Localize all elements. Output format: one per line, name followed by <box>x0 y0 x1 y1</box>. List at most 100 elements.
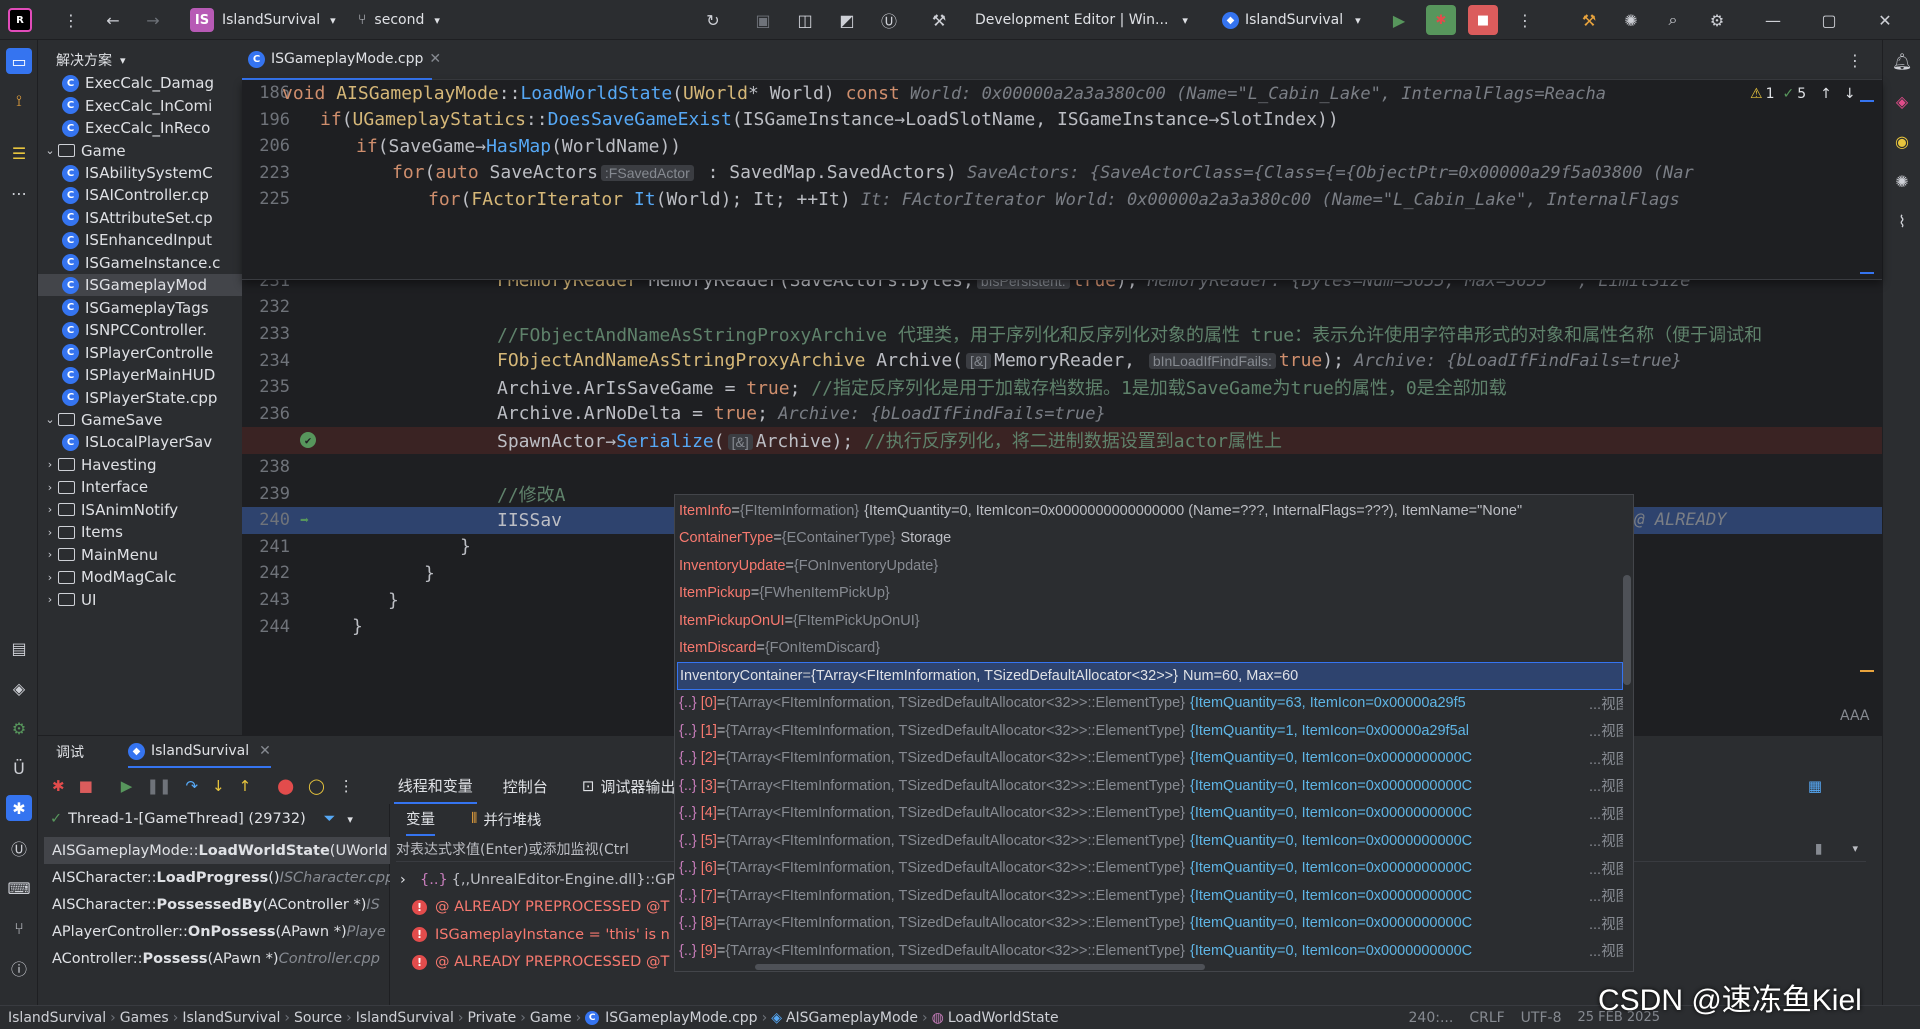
popup-array-element[interactable]: {..} [4] = {TArray<FItemInformation, TSiz… <box>677 800 1623 828</box>
tree-folder[interactable]: › MainMenu <box>38 543 242 565</box>
tree-file[interactable]: C ISPlayerMainHUD <box>38 364 242 386</box>
tree-file[interactable]: C ISLocalPlayerSav <box>38 431 242 453</box>
storage-icon[interactable]: ▤ <box>6 635 32 661</box>
breadcrumb-item[interactable]: Games <box>120 1010 169 1026</box>
tools-icon[interactable]: ⚒ <box>1576 0 1602 40</box>
ai-chat-icon[interactable]: ✺ <box>1889 168 1915 194</box>
chevron-right-icon[interactable]: › <box>42 458 58 471</box>
tab-debugger-output[interactable]: 调试器输出 <box>600 776 675 797</box>
tab-variables[interactable]: 变量 <box>406 803 435 836</box>
clean-icon[interactable]: ◩ <box>834 0 860 40</box>
stack-frame[interactable]: AISCharacter:: PossessedBy (AController *)… <box>44 891 390 918</box>
chevron-down-icon[interactable]: ▾ <box>1852 842 1858 855</box>
tree-folder[interactable]: ⌄ GameSave <box>38 409 242 431</box>
popup-array-element[interactable]: {..} [8] = {TArray<FItemInformation, TSiz… <box>677 910 1623 938</box>
stop-icon[interactable]: ■ <box>79 777 93 795</box>
arrow-up-icon[interactable]: ↑ <box>1820 86 1832 102</box>
tree-folder[interactable]: › ModMagCalc <box>38 566 242 588</box>
ai-assistant-icon[interactable]: ✺ <box>1618 0 1644 40</box>
sync-icon[interactable]: ↻ <box>700 0 726 40</box>
pause-icon[interactable]: ❚❚ <box>146 777 171 795</box>
tree-file[interactable]: C ExecCalc_InReco <box>38 117 242 139</box>
more-icon[interactable]: ⋮ <box>1512 0 1538 40</box>
breadcrumb-item[interactable]: Game <box>530 1010 572 1026</box>
view-link[interactable]: ...视图 <box>1587 912 1623 934</box>
rebuild-icon[interactable]: ◫ <box>792 0 818 40</box>
tree-file[interactable]: C ExecCalc_InComi <box>38 94 242 116</box>
breadcrumb-item[interactable]: IslandSurvival <box>8 1010 106 1026</box>
chevron-right-icon[interactable]: › <box>42 593 58 606</box>
view-link[interactable]: ...视图 <box>1587 802 1623 824</box>
arrow-down-icon[interactable]: ↓ <box>1844 86 1856 102</box>
popup-hscrollbar[interactable] <box>755 964 1205 970</box>
chevron-down-icon[interactable]: ⌄ <box>42 144 58 157</box>
step-over-icon[interactable]: ↷ <box>185 777 198 795</box>
unreal-tool-icon[interactable]: Ⓤ <box>6 835 32 861</box>
project-selector[interactable]: IS IslandSurvival ▾ <box>190 0 336 40</box>
code-line[interactable]: 233 //FObjectAndNameAsStringProxyArchive … <box>242 321 1882 348</box>
code-line[interactable]: SpawnActor→Serialize([&] Archive); //执行反序… <box>242 427 1882 454</box>
chevron-right-icon[interactable]: › <box>42 526 58 539</box>
tree-folder[interactable]: › Havesting <box>38 454 242 476</box>
tree-folder[interactable]: ⌄ Game <box>38 139 242 161</box>
tree-folder[interactable]: › Items <box>38 521 242 543</box>
breadcrumb-item[interactable]: AISGameplayMode <box>786 1010 918 1026</box>
run-config-selector[interactable]: Development Editor | Win... ▾ <box>975 0 1188 40</box>
debug-tool-icon[interactable]: ✱ <box>6 795 32 821</box>
code-line[interactable]: 236 Archive.ArNoDelta = true; Archive: {b… <box>242 401 1882 428</box>
tab-parallel-stacks[interactable]: 并行堆栈 <box>483 809 541 830</box>
popup-row[interactable]: ItemPickupOnUI = {FItemPickUpOnUI} <box>677 607 1623 635</box>
pulse-icon[interactable]: ⌇ <box>1889 208 1915 234</box>
tree-folder[interactable]: › ISAnimNotify <box>38 499 242 521</box>
stop-button[interactable]: ■ <box>1468 0 1498 40</box>
problems-icon[interactable]: ⓘ <box>6 955 32 981</box>
sticky-line[interactable]: 225 for(FActorIterator It(World); It; ++I… <box>242 186 1882 213</box>
pin-icon[interactable]: ▮ <box>1815 841 1823 857</box>
sticky-line[interactable]: 206 if(SaveGame→HasMap(WorldName)) <box>242 133 1882 160</box>
unreal-icon[interactable]: Ⓤ <box>876 0 902 40</box>
view-link[interactable]: ...视图 <box>1587 885 1623 907</box>
structure-icon[interactable]: ☰ <box>6 140 32 166</box>
breadcrumb-item[interactable]: Source <box>294 1010 342 1026</box>
view-link[interactable]: ...视图 <box>1587 940 1623 962</box>
debug-session-tab[interactable]: ◆ IslandSurvival ✕ <box>128 736 271 768</box>
tree-file[interactable]: C ISPlayerState.cpp <box>38 386 242 408</box>
popup-array-element[interactable]: {..} [9] = {TArray<FItemInformation, TSiz… <box>677 937 1623 965</box>
target-selector[interactable]: ◆ IslandSurvival ▾ <box>1222 0 1361 40</box>
popup-array-element[interactable]: {..} [5] = {TArray<FItemInformation, TSiz… <box>677 827 1623 855</box>
sticky-line[interactable]: 223 for(auto SaveActors:FSavedActor : Sav… <box>242 160 1882 187</box>
view-link[interactable]: ...视图 <box>1587 775 1623 797</box>
tree-file[interactable]: C ISAbilitySystemC <box>38 162 242 184</box>
notifications-icon[interactable]: 🔔︎ <box>1889 48 1915 74</box>
bug-icon[interactable]: ✱ <box>52 777 65 795</box>
popup-row[interactable]: ItemDiscard = {FOnItemDiscard} <box>677 635 1623 663</box>
view-link[interactable]: ...视图 <box>1587 692 1623 714</box>
close-icon[interactable]: ✕ <box>259 743 271 759</box>
tree-file[interactable]: C ISNPCController. <box>38 319 242 341</box>
branch-selector[interactable]: ⑂ second ▾ <box>358 0 440 40</box>
chevron-right-icon[interactable]: › <box>42 503 58 516</box>
tree-file[interactable]: C ISGameplayTags <box>38 297 242 319</box>
code-line[interactable]: 234 FObjectAndNameAsStringProxyArchive Ar… <box>242 347 1882 374</box>
popup-row[interactable]: InventoryContainer = {TArray<FItemInform… <box>677 662 1623 690</box>
editor-tab[interactable]: C ISGameplayMode.cpp ✕ <box>242 40 441 80</box>
popup-row[interactable]: InventoryUpdate = {FOnInventoryUpdate} <box>677 552 1623 580</box>
git-icon[interactable]: ⑂ <box>6 915 32 941</box>
layout-icon[interactable]: ▦ <box>1808 777 1822 795</box>
chevron-down-icon[interactable]: ⌄ <box>42 413 58 426</box>
code-line[interactable]: 235 Archive.ArIsSaveGame = true; //指定反序列化… <box>242 374 1882 401</box>
stack-frame[interactable]: AISCharacter:: LoadProgress() ISCharacter… <box>44 864 390 891</box>
mute-breakpoints-icon[interactable]: ◯ <box>308 777 325 795</box>
minimize-icon[interactable]: — <box>1760 0 1786 40</box>
code-line[interactable]: 238 <box>242 454 1882 481</box>
more-tools-icon[interactable]: ⋯ <box>6 180 32 206</box>
view-link[interactable]: ...视图 <box>1587 830 1623 852</box>
view-link[interactable]: ...视图 <box>1587 720 1623 742</box>
breadcrumb-item[interactable]: IslandSurvival <box>356 1010 454 1026</box>
inspection-widget[interactable]: ⚠ 1 ✓ 5 ↑ ↓ <box>1750 86 1856 102</box>
tree-folder[interactable]: › Interface <box>38 476 242 498</box>
breadcrumb-item[interactable]: Private <box>467 1010 516 1026</box>
tree-file[interactable]: C ISEnhancedInput <box>38 229 242 251</box>
tab-console[interactable]: 控制台 <box>503 776 548 797</box>
filter-icon[interactable]: ⏷ <box>324 811 336 827</box>
